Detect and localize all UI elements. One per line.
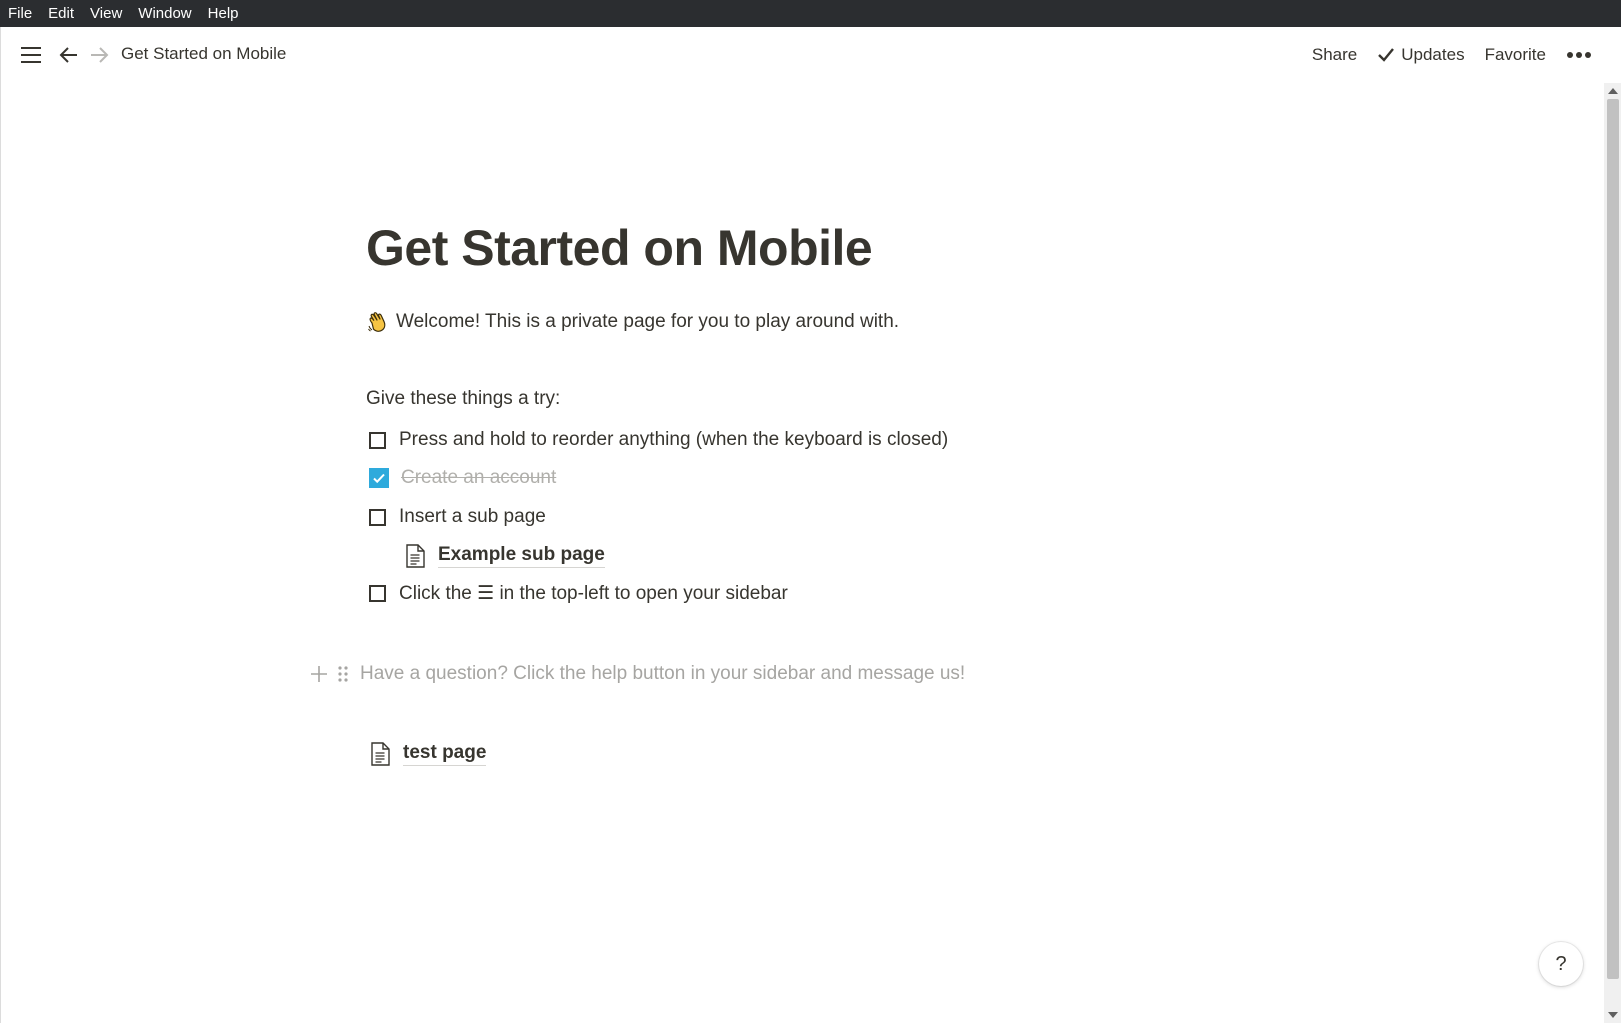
back-arrow-icon[interactable] <box>57 43 81 67</box>
scroll-up-icon[interactable] <box>1608 88 1618 94</box>
top-actions: Share Updates Favorite <box>1302 41 1598 69</box>
more-options-icon[interactable] <box>1556 47 1598 63</box>
updates-label: Updates <box>1401 45 1465 64</box>
todo-item: Insert a sub page <box>369 506 546 528</box>
todo-checkbox[interactable] <box>369 508 386 526</box>
app-window: Get Started on Mobile Share Updates Favo… <box>0 27 1621 1023</box>
todo-label-done[interactable]: Create an account <box>401 467 556 489</box>
updates-button[interactable]: Updates <box>1367 41 1474 69</box>
favorite-button[interactable]: Favorite <box>1475 41 1556 69</box>
todo-checkbox[interactable] <box>369 585 386 602</box>
document-icon <box>404 544 426 568</box>
top-bar: Get Started on Mobile Share Updates Favo… <box>1 27 1621 83</box>
vertical-scrollbar[interactable] <box>1604 83 1621 1023</box>
menu-bar: File Edit View Window Help <box>0 0 1621 27</box>
waving-hand-icon <box>366 310 390 334</box>
scroll-down-icon[interactable] <box>1608 1012 1618 1018</box>
todo-item: Create an account <box>369 467 556 489</box>
todo-label[interactable]: Insert a sub page <box>399 506 546 528</box>
breadcrumb-page-title[interactable]: Get Started on Mobile <box>121 44 286 64</box>
menu-view[interactable]: View <box>82 0 130 27</box>
empty-block-row: Have a question? Click the help button i… <box>308 663 965 685</box>
todo-label[interactable]: Press and hold to reorder anything (when… <box>399 429 948 451</box>
menu-file[interactable]: File <box>0 0 40 27</box>
menu-help[interactable]: Help <box>200 0 247 27</box>
scrollbar-thumb[interactable] <box>1607 99 1619 979</box>
block-placeholder-text[interactable]: Have a question? Click the help button i… <box>360 663 965 685</box>
checkmark-icon <box>373 473 385 484</box>
todo-item: Click the ☰ in the top-left to open your… <box>369 582 788 605</box>
hamburger-menu-icon[interactable] <box>19 43 43 67</box>
forward-arrow-icon[interactable] <box>87 43 111 67</box>
menu-window[interactable]: Window <box>130 0 199 27</box>
add-block-icon[interactable] <box>308 663 330 685</box>
document-icon <box>369 742 391 766</box>
welcome-block[interactable]: Welcome! This is a private page for you … <box>366 310 899 334</box>
welcome-text: Welcome! This is a private page for you … <box>396 311 900 332</box>
check-icon <box>1377 46 1395 64</box>
subpage-label: Example sub page <box>438 544 605 568</box>
page-title[interactable]: Get Started on Mobile <box>366 219 873 277</box>
test-page-link[interactable]: test page <box>369 742 487 766</box>
menu-edit[interactable]: Edit <box>40 0 82 27</box>
subpage-link[interactable]: Example sub page <box>404 544 605 568</box>
test-page-label: test page <box>403 742 487 766</box>
todo-label[interactable]: Click the ☰ in the top-left to open your… <box>399 582 788 605</box>
share-button[interactable]: Share <box>1302 41 1367 69</box>
intro-text[interactable]: Give these things a try: <box>366 388 560 410</box>
todo-checkbox[interactable] <box>369 431 386 449</box>
help-button[interactable]: ? <box>1539 942 1583 986</box>
drag-handle-icon[interactable] <box>336 663 350 685</box>
todo-checkbox-checked[interactable] <box>369 468 389 488</box>
todo-item: Press and hold to reorder anything (when… <box>369 429 948 451</box>
